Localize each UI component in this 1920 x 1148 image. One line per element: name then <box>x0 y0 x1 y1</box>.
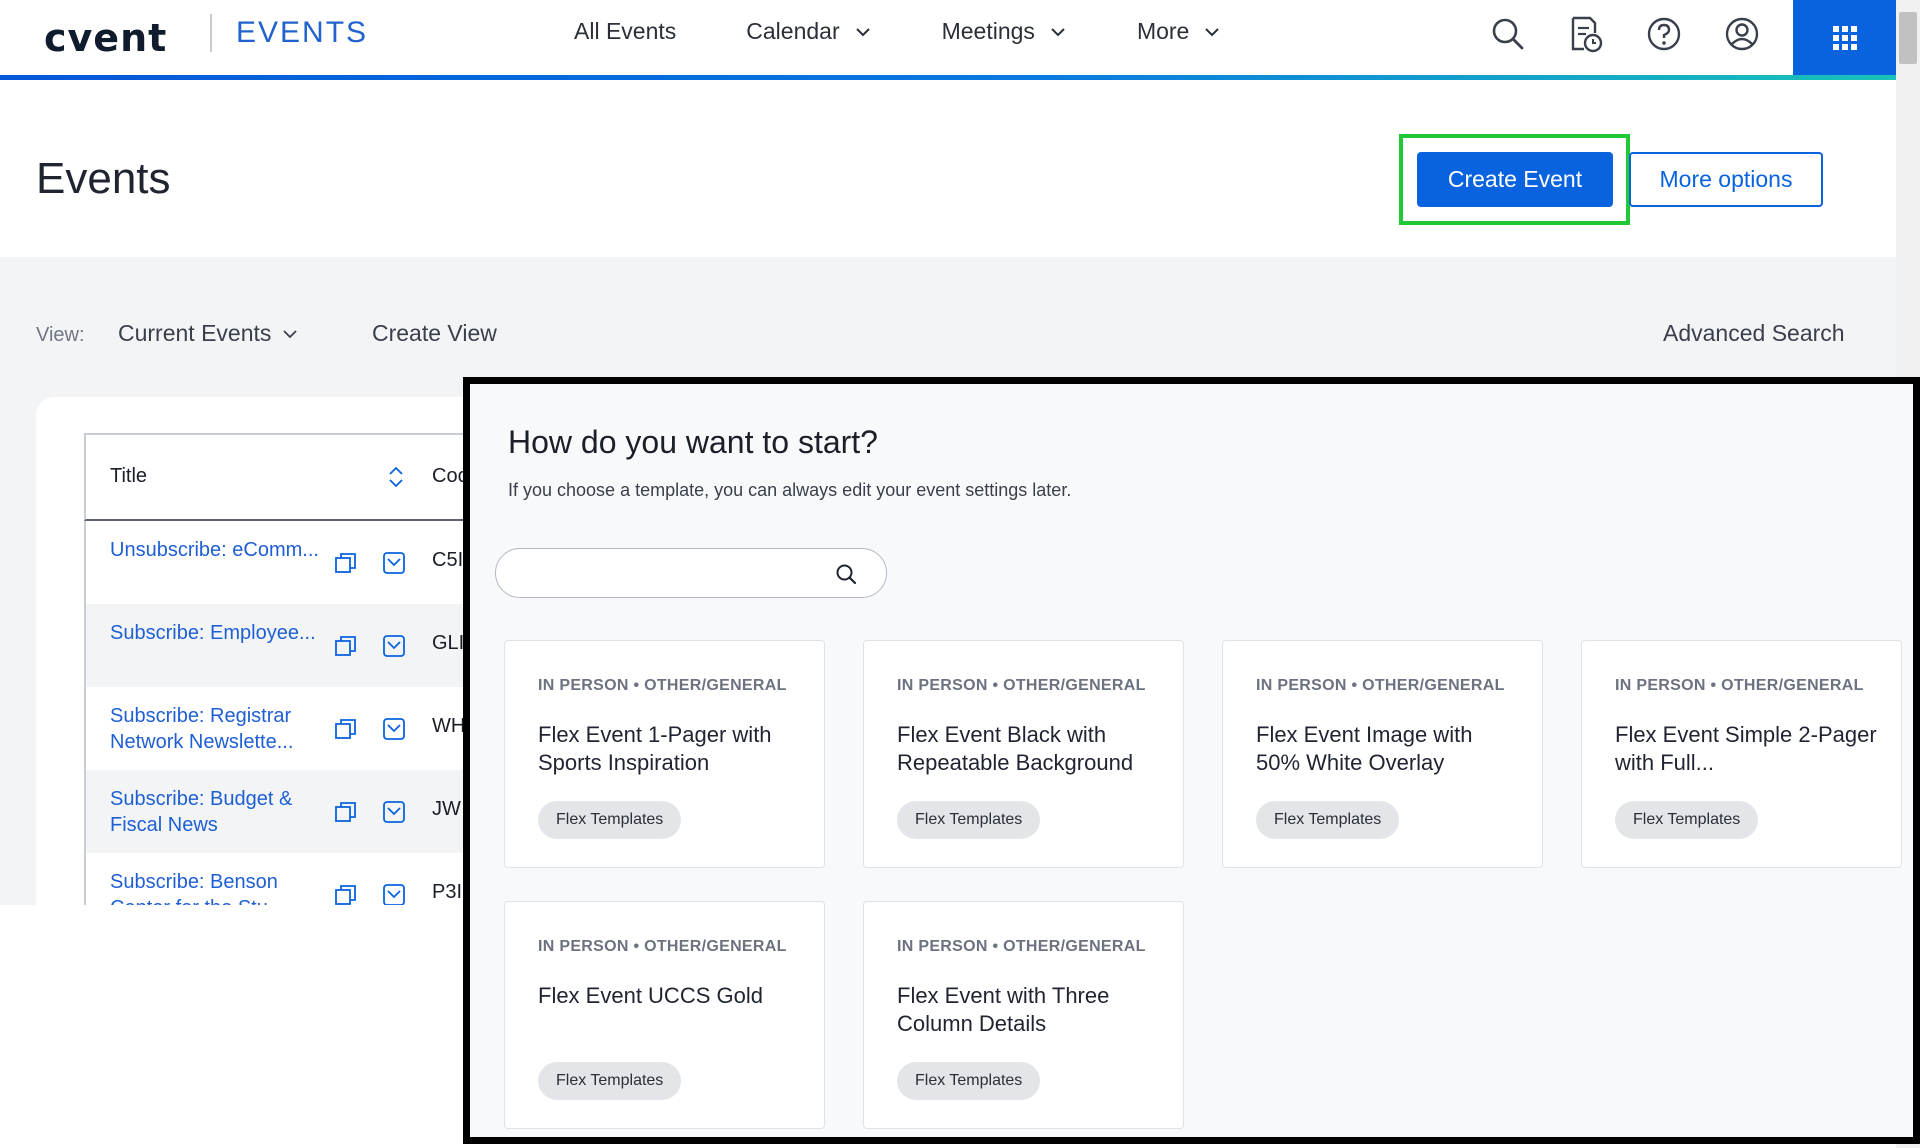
template-tag: Flex Templates <box>1256 801 1400 839</box>
event-code: P3I <box>432 881 463 903</box>
cvent-logo[interactable]: cvent <box>44 16 167 60</box>
report-clock-icon[interactable] <box>1564 12 1608 56</box>
copy-icon[interactable] <box>334 800 358 824</box>
event-title-link[interactable]: Subscribe: Employee... <box>110 620 320 646</box>
create-event-button[interactable]: Create Event <box>1417 152 1613 207</box>
logo-divider <box>210 14 212 52</box>
nav-calendar-label: Calendar <box>746 18 840 44</box>
advanced-search-link[interactable]: Advanced Search <box>1663 320 1845 347</box>
table-row: Subscribe: Employee... GLI <box>84 604 476 687</box>
email-icon[interactable] <box>382 717 406 741</box>
search-icon[interactable] <box>835 563 857 585</box>
template-tag: Flex Templates <box>1615 801 1759 839</box>
copy-icon[interactable] <box>334 551 358 575</box>
copy-icon[interactable] <box>334 717 358 741</box>
email-icon[interactable] <box>382 551 406 575</box>
event-title-link[interactable]: Subscribe: Benson Center for the Stu... <box>110 869 320 905</box>
table-row: Subscribe: Registrar Network Newslette..… <box>84 687 476 770</box>
nav-all-events[interactable]: All Events <box>574 18 676 45</box>
template-tag: Flex Templates <box>538 801 682 839</box>
column-header-title[interactable]: Title <box>110 465 147 488</box>
nav-calendar[interactable]: Calendar <box>746 18 871 45</box>
event-title-link[interactable]: Unsubscribe: eComm... <box>110 537 320 563</box>
chevron-down-icon <box>1205 27 1220 36</box>
template-tag: Flex Templates <box>897 801 1041 839</box>
apps-grid-icon[interactable] <box>1793 0 1896 75</box>
table-header: Title Coc <box>84 433 476 521</box>
table-row: Subscribe: Benson Center for the Stu... … <box>84 853 476 905</box>
view-label: View: <box>36 324 85 346</box>
view-selector[interactable]: Current Events <box>118 320 299 347</box>
nav-more[interactable]: More <box>1137 18 1221 45</box>
template-card[interactable]: IN PERSON • OTHER/GENERAL Flex Event Bla… <box>863 640 1184 868</box>
table-row: Unsubscribe: eComm... C5I <box>84 521 476 604</box>
template-search-input[interactable] <box>516 559 816 587</box>
template-title: Flex Event Black with Repeatable Backgro… <box>897 722 1134 775</box>
email-icon[interactable] <box>382 800 406 824</box>
nav-meetings-label: Meetings <box>941 18 1035 44</box>
chevron-down-icon <box>855 27 870 36</box>
event-code: WH <box>432 715 466 737</box>
copy-icon[interactable] <box>334 634 358 658</box>
chevron-down-icon <box>283 329 298 338</box>
top-navigation: cvent EVENTS All Events Calendar Meeting… <box>0 0 1896 80</box>
template-meta: IN PERSON • OTHER/GENERAL <box>1615 677 1864 694</box>
template-picker-modal: How do you want to start? If you choose … <box>463 377 1920 1144</box>
template-tag: Flex Templates <box>538 1062 682 1100</box>
chevron-down-icon <box>1051 27 1065 36</box>
view-selected-value: Current Events <box>118 320 272 346</box>
events-table-card: Title Coc Unsubscribe: eComm... C5I Subs… <box>36 397 476 905</box>
nav-meetings[interactable]: Meetings <box>942 18 1067 45</box>
copy-icon[interactable] <box>334 883 358 905</box>
account-icon[interactable] <box>1720 12 1764 56</box>
search-icon[interactable] <box>1486 12 1530 56</box>
template-title: Flex Event with Three Column Details <box>897 983 1110 1036</box>
event-code: GLI <box>432 632 465 654</box>
event-title-link[interactable]: Subscribe: Registrar Network Newslette..… <box>110 703 320 755</box>
nav-links: All Events Calendar Meetings More <box>574 18 1291 45</box>
scrollbar-thumb[interactable] <box>1899 12 1917 64</box>
modal-title: How do you want to start? <box>508 424 878 460</box>
modal-subtitle: If you choose a template, you can always… <box>508 480 1072 500</box>
template-card[interactable]: IN PERSON • OTHER/GENERAL Flex Event UCC… <box>504 901 825 1129</box>
template-meta: IN PERSON • OTHER/GENERAL <box>538 938 787 955</box>
template-search <box>495 548 887 598</box>
nav-accent-bar <box>0 75 1896 80</box>
email-icon[interactable] <box>382 634 406 658</box>
template-card[interactable]: IN PERSON • OTHER/GENERAL Flex Event Ima… <box>1222 640 1543 868</box>
template-tag: Flex Templates <box>897 1062 1041 1100</box>
more-options-button[interactable]: More options <box>1629 152 1823 207</box>
nav-all-events-label: All Events <box>574 18 677 44</box>
template-title: Flex Event Simple 2-Pager with Full... <box>1615 722 1877 775</box>
event-code: C5I <box>432 549 464 571</box>
sort-icon[interactable] <box>386 465 406 489</box>
template-meta: IN PERSON • OTHER/GENERAL <box>1256 677 1505 694</box>
template-meta: IN PERSON • OTHER/GENERAL <box>897 938 1146 955</box>
template-card[interactable]: IN PERSON • OTHER/GENERAL Flex Event wit… <box>863 901 1184 1129</box>
table-row: Subscribe: Budget & Fiscal News JW <box>84 770 476 853</box>
template-title: Flex Event UCCS Gold <box>538 983 763 1008</box>
template-title: Flex Event Image with 50% White Overlay <box>1256 722 1473 775</box>
template-meta: IN PERSON • OTHER/GENERAL <box>538 677 787 694</box>
help-icon[interactable] <box>1642 12 1686 56</box>
template-title: Flex Event 1-Pager with Sports Inspirati… <box>538 722 772 775</box>
template-card[interactable]: IN PERSON • OTHER/GENERAL Flex Event 1-P… <box>504 640 825 868</box>
event-title-link[interactable]: Subscribe: Budget & Fiscal News <box>110 786 320 838</box>
events-table: Title Coc Unsubscribe: eComm... C5I Subs… <box>84 433 476 905</box>
create-view-link[interactable]: Create View <box>372 320 497 347</box>
nav-icons <box>1486 12 1798 56</box>
event-code: JW <box>432 798 461 820</box>
template-card[interactable]: IN PERSON • OTHER/GENERAL Flex Event Sim… <box>1581 640 1902 868</box>
email-icon[interactable] <box>382 883 406 905</box>
page-title: Events <box>36 154 171 203</box>
nav-more-label: More <box>1136 18 1190 44</box>
template-meta: IN PERSON • OTHER/GENERAL <box>897 677 1146 694</box>
product-name[interactable]: EVENTS <box>236 16 368 50</box>
